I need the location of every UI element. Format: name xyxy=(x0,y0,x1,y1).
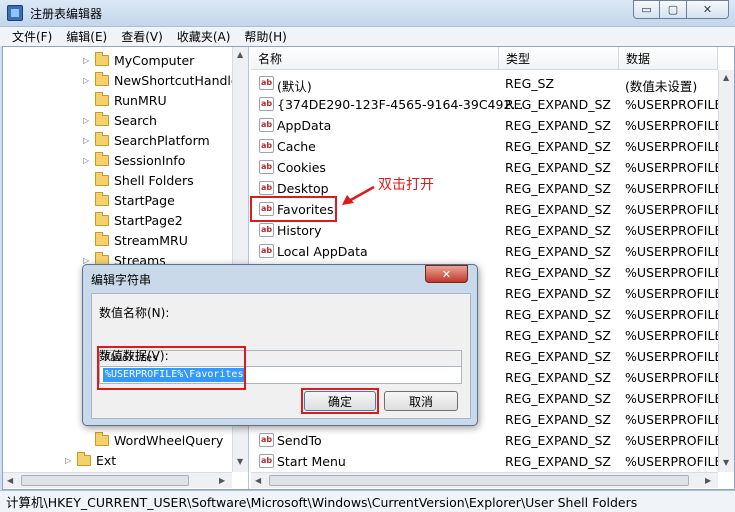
value-row[interactable]: ab Local AppData REG_EXPAND_SZ %USERPROFILE… xyxy=(251,241,734,262)
folder-icon xyxy=(95,431,109,446)
folder-icon xyxy=(77,451,91,466)
registry-editor-icon xyxy=(7,5,23,21)
menu-file[interactable]: 文件(F) xyxy=(12,28,52,45)
expand-arrow-icon[interactable]: ▷ xyxy=(83,56,95,65)
dialog-title: 编辑字符串 xyxy=(91,273,152,287)
string-value-icon: ab xyxy=(259,454,274,468)
value-row[interactable]: ab Cookies REG_EXPAND_SZ %USERPROFILE% xyxy=(251,157,734,178)
folder-icon xyxy=(95,211,109,226)
values-vertical-scrollbar[interactable]: ▲ ▼ xyxy=(718,70,734,472)
expand-arrow-icon[interactable]: ▷ xyxy=(83,136,95,145)
string-value-icon: ab xyxy=(259,181,274,195)
scrollbar-thumb[interactable] xyxy=(269,475,689,486)
value-data-highlight-box xyxy=(97,346,246,390)
window-controls: ▭ ▢ ✕ xyxy=(633,0,729,19)
string-value-icon: ab xyxy=(259,433,274,447)
value-row[interactable]: ab (默认) REG_SZ (数值未设置) xyxy=(251,73,734,94)
favorites-highlight-box xyxy=(250,196,337,222)
tree-item[interactable]: ▷ NewShortcutHandle xyxy=(83,70,239,90)
cancel-button[interactable]: 取消 xyxy=(384,391,458,411)
string-value-icon: ab xyxy=(259,139,274,153)
folder-icon xyxy=(95,71,109,86)
scroll-up-icon[interactable]: ▲ xyxy=(237,50,243,59)
annotation-arrow-icon xyxy=(342,185,375,205)
tree-item[interactable]: ▷ Search xyxy=(83,110,157,130)
menu-view[interactable]: 查看(V) xyxy=(121,28,163,45)
scroll-left-icon[interactable]: ◀ xyxy=(7,476,13,485)
string-value-icon: ab xyxy=(259,97,274,111)
scroll-down-icon[interactable]: ▼ xyxy=(723,458,729,467)
dialog-close-button[interactable]: ✕ xyxy=(425,265,468,283)
value-row[interactable]: ab Start Menu REG_EXPAND_SZ %USERPROFILE% xyxy=(251,451,734,472)
close-icon: ✕ xyxy=(702,3,713,16)
value-row[interactable]: ab History REG_EXPAND_SZ %USERPROFILE% xyxy=(251,220,734,241)
expand-arrow-icon[interactable]: ▷ xyxy=(83,116,95,125)
string-value-icon: ab xyxy=(259,76,274,90)
column-header-type[interactable]: 类型 xyxy=(499,47,619,70)
value-row[interactable]: ab Cache REG_EXPAND_SZ %USERPROFILE% xyxy=(251,136,734,157)
string-value-icon: ab xyxy=(259,160,274,174)
tree-item[interactable]: ▷ SearchPlatform xyxy=(83,130,210,150)
folder-icon xyxy=(95,91,109,106)
title-bar: 注册表编辑器 ▭ ▢ ✕ xyxy=(0,0,735,27)
window-title: 注册表编辑器 xyxy=(30,7,103,21)
close-icon: ✕ xyxy=(441,267,452,281)
value-row[interactable]: ab {374DE290-123F-4565-9164-39C492... REG_… xyxy=(251,94,734,115)
maximize-button[interactable]: ▢ xyxy=(660,0,687,19)
string-value-icon: ab xyxy=(259,118,274,132)
folder-icon xyxy=(95,231,109,246)
value-row[interactable]: ab AppData REG_EXPAND_SZ %USERPROFILE% xyxy=(251,115,734,136)
scroll-down-icon[interactable]: ▼ xyxy=(237,457,243,466)
scroll-right-icon[interactable]: ▶ xyxy=(705,476,711,485)
expand-arrow-icon[interactable]: ▷ xyxy=(65,456,77,465)
tree-item[interactable]: WordWheelQuery xyxy=(83,430,223,450)
string-value-icon: ab xyxy=(259,244,274,258)
ok-highlight-box xyxy=(301,388,379,414)
value-name-label: 数值名称(N): xyxy=(99,306,170,320)
menu-help[interactable]: 帮助(H) xyxy=(244,28,286,45)
folder-icon xyxy=(95,151,109,166)
folder-icon xyxy=(95,171,109,186)
values-horizontal-scrollbar[interactable]: ◀ ▶ xyxy=(251,472,718,488)
scroll-left-icon[interactable]: ◀ xyxy=(255,476,261,485)
scroll-right-icon[interactable]: ▶ xyxy=(219,476,225,485)
scroll-up-icon[interactable]: ▲ xyxy=(723,73,729,82)
annotation-text: 双击打开 xyxy=(378,177,434,193)
menu-favorites[interactable]: 收藏夹(A) xyxy=(177,28,231,45)
tree-item[interactable]: StartPage2 xyxy=(83,210,183,230)
folder-icon xyxy=(95,191,109,206)
tree-item[interactable]: Shell Folders xyxy=(83,170,194,190)
expand-arrow-icon[interactable]: ▷ xyxy=(83,76,95,85)
string-value-icon: ab xyxy=(259,223,274,237)
tree-item[interactable]: ▷ SessionInfo xyxy=(83,150,185,170)
minimize-button[interactable]: ▭ xyxy=(633,0,660,19)
tree-item[interactable]: StartPage xyxy=(83,190,175,210)
scrollbar-thumb[interactable] xyxy=(21,475,189,486)
column-header-data[interactable]: 数据 xyxy=(619,47,718,70)
close-button[interactable]: ✕ xyxy=(687,0,729,19)
menu-bar: 文件(F) 编辑(E) 查看(V) 收藏夹(A) 帮助(H) xyxy=(0,27,735,46)
value-row[interactable]: ab SendTo REG_EXPAND_SZ %USERPROFILE% xyxy=(251,430,734,451)
tree-item[interactable]: RunMRU xyxy=(83,90,167,110)
menu-edit[interactable]: 编辑(E) xyxy=(66,28,107,45)
tree-item[interactable]: ▷ Ext xyxy=(65,450,116,470)
tree-item[interactable]: ▷ MyComputer xyxy=(83,50,194,70)
folder-icon xyxy=(95,131,109,146)
status-bar: 计算机\HKEY_CURRENT_USER\Software\Microsoft… xyxy=(0,490,735,512)
expand-arrow-icon[interactable]: ▷ xyxy=(83,156,95,165)
tree-item[interactable]: StreamMRU xyxy=(83,230,188,250)
folder-icon xyxy=(95,111,109,126)
tree-horizontal-scrollbar[interactable]: ◀ ▶ xyxy=(3,472,232,488)
folder-icon xyxy=(95,51,109,66)
maximize-icon: ▢ xyxy=(667,3,679,16)
minimize-icon: ▭ xyxy=(641,3,652,16)
column-header-name[interactable]: 名称 xyxy=(251,47,499,70)
